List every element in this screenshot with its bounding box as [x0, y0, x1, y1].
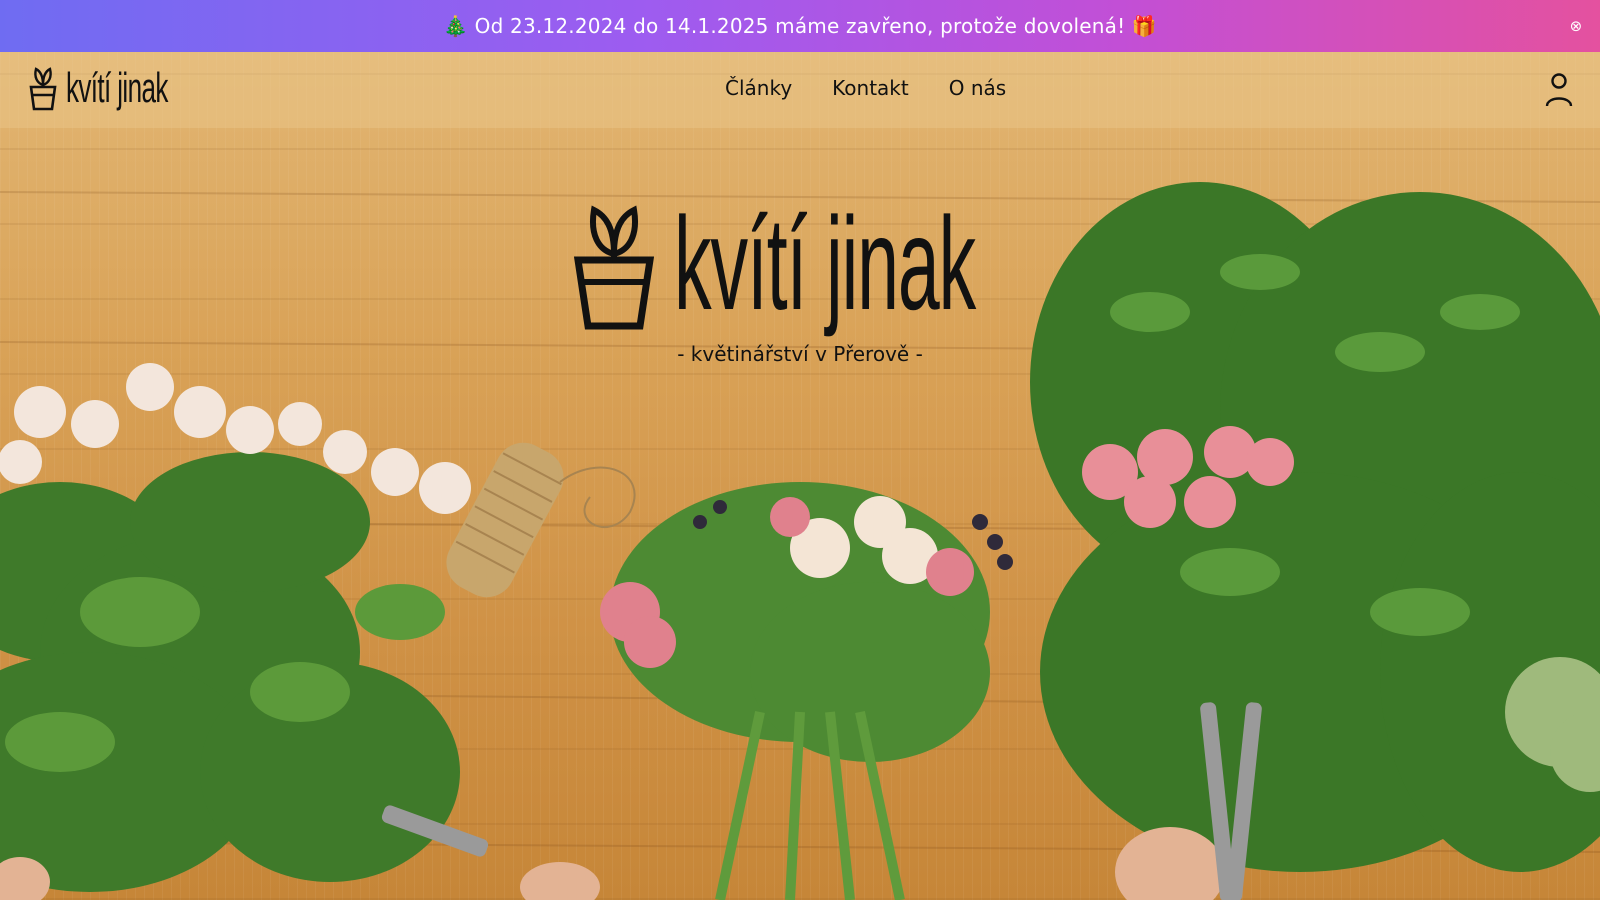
home-logo-link[interactable]: kvítí jinak: [28, 64, 230, 112]
announcement-text: 🎄 Od 23.12.2024 do 14.1.2025 máme zavřen…: [443, 14, 1157, 38]
flower-pot-icon: [574, 205, 654, 330]
florist-table-illustration: [0, 182, 1600, 900]
user-icon[interactable]: [1544, 72, 1574, 108]
hero-background: [0, 52, 1600, 900]
flower-pot-icon: [29, 67, 57, 111]
hero-tagline: - květinářství v Přerově -: [677, 342, 923, 366]
nav-link-o-nas[interactable]: O nás: [949, 76, 1006, 100]
close-icon[interactable]: ⊗: [1566, 16, 1586, 36]
nav-link-kontakt[interactable]: Kontakt: [832, 76, 909, 100]
hero-logo-text: kvítí jinak: [674, 190, 976, 337]
nav-link-clanky[interactable]: Články: [725, 76, 792, 100]
hero-logo: kvítí jinak: [574, 198, 1202, 330]
logo-text: kvítí jinak: [66, 64, 168, 111]
site-header: kvítí jinak Články Kontakt O nás: [0, 52, 1600, 128]
announcement-bar: 🎄 Od 23.12.2024 do 14.1.2025 máme zavřen…: [0, 0, 1600, 52]
main-nav: Články Kontakt O nás: [725, 76, 1006, 100]
